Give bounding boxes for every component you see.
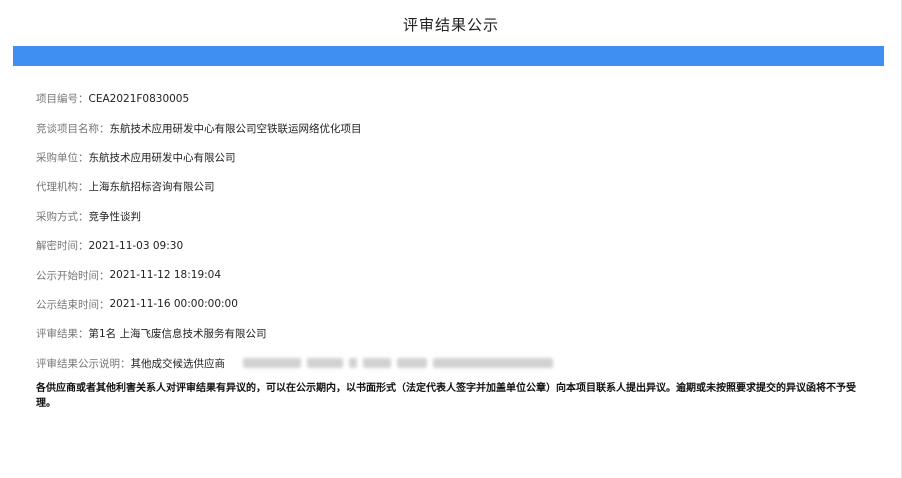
field-value: 东航技术应用研发中心有限公司: [88, 151, 236, 164]
field-value: 2021-11-03 09:30: [88, 239, 184, 252]
field-label: 代理机构：: [36, 181, 89, 194]
field-label: 采购方式：: [36, 210, 89, 223]
field-row-procurement-method: 采购方式： 竞争性谈判: [36, 202, 876, 231]
field-value: 2021-11-12 18:19:04: [109, 269, 222, 282]
field-label: 公示开始时间：: [36, 269, 110, 282]
field-row-project-name: 竞谈项目名称： 东航技术应用研发中心有限公司空铁联运网络优化项目: [36, 113, 876, 142]
header-accent-bar: [13, 46, 884, 66]
field-value: 第1名 上海飞废信息技术服务有限公司: [88, 328, 267, 341]
field-row-publicity-start: 公示开始时间： 2021-11-12 18:19:04: [36, 260, 876, 289]
result-details: 项目编号： CEA2021F0830005 竞谈项目名称： 东航技术应用研发中心…: [36, 84, 876, 378]
field-label: 评审结果公示说明：: [36, 357, 131, 370]
field-row-project-number: 项目编号： CEA2021F0830005: [36, 84, 876, 113]
field-label: 解密时间：: [36, 240, 89, 253]
field-row-evaluation-result: 评审结果： 第1名 上海飞废信息技术服务有限公司: [36, 319, 876, 348]
field-value: 东航技术应用研发中心有限公司空铁联运网络优化项目: [109, 122, 362, 135]
field-row-agency: 代理机构： 上海东航招标咨询有限公司: [36, 172, 876, 201]
field-row-publicity-end: 公示结束时间： 2021-11-16 00:00:00:00: [36, 290, 876, 319]
field-row-result-explanation: 评审结果公示说明： 其他成交候选供应商: [36, 349, 876, 378]
field-value: 上海东航招标咨询有限公司: [88, 181, 215, 194]
field-label: 采购单位：: [36, 151, 89, 164]
field-value: 竞争性谈判: [88, 210, 142, 223]
field-label: 公示结束时间：: [36, 298, 110, 311]
field-row-decrypt-time: 解密时间： 2021-11-03 09:30: [36, 231, 876, 260]
page-title: 评审结果公示: [402, 16, 499, 34]
field-label: 项目编号：: [36, 93, 89, 106]
redacted-text: [243, 356, 553, 370]
field-row-purchaser: 采购单位： 东航技术应用研发中心有限公司: [36, 143, 876, 172]
field-label: 竞谈项目名称：: [36, 122, 110, 135]
field-value: 2021-11-16 00:00:00:00: [109, 298, 238, 311]
field-value: CEA2021F0830005: [88, 92, 190, 105]
field-value: 其他成交候选供应商: [130, 357, 226, 370]
field-label: 评审结果：: [36, 328, 89, 341]
objection-notice: 各供应商或者其他利害关系人对评审结果有异议的，可以在公示期内，以书面形式（法定代…: [36, 383, 856, 409]
